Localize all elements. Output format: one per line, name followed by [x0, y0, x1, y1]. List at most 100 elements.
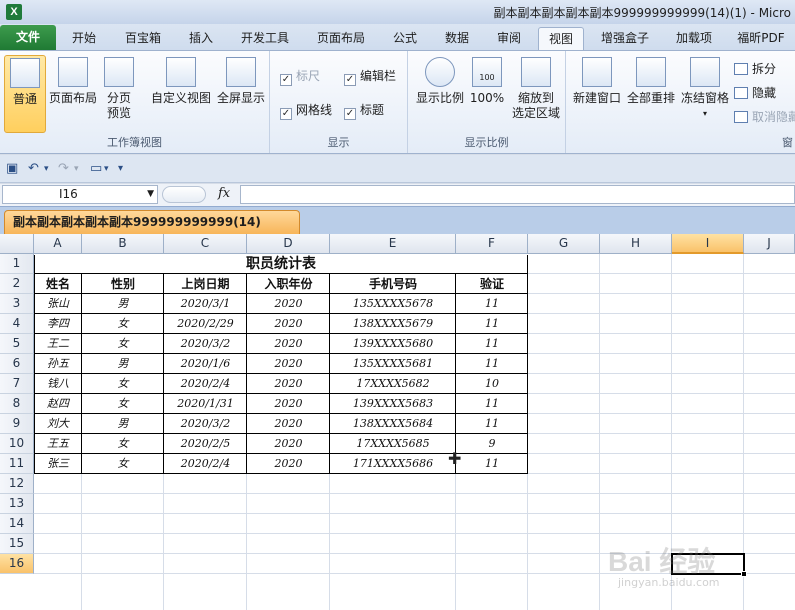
table-cell[interactable]: 男: [82, 294, 164, 314]
table-cell[interactable]: 2020: [247, 394, 330, 414]
table-cell[interactable]: 2020/2/5: [164, 434, 247, 454]
table-cell[interactable]: 2020/3/1: [164, 294, 247, 314]
table-cell[interactable]: 11: [456, 394, 528, 414]
table-cell[interactable]: 11: [456, 314, 528, 334]
worksheet-grid[interactable]: A B C D E F G H I J 1 2 3 4 5 6 7 8 9 10 11 12 13 14 15 16 职员统计表 姓名…: [0, 234, 795, 610]
table-title[interactable]: 职员统计表: [34, 254, 528, 274]
table-cell[interactable]: 2020/1/6: [164, 354, 247, 374]
table-cell[interactable]: 女: [82, 394, 164, 414]
column-header-j[interactable]: J: [744, 234, 795, 254]
undo-icon[interactable]: ↶: [28, 161, 39, 176]
table-cell[interactable]: 9: [456, 434, 528, 454]
table-cell[interactable]: 11: [456, 354, 528, 374]
row-header-1[interactable]: 1: [0, 254, 34, 274]
tab-enhance-box[interactable]: 增强盒子: [590, 27, 660, 50]
row-header-11[interactable]: 11: [0, 454, 34, 474]
row-header-7[interactable]: 7: [0, 374, 34, 394]
workbook-tab[interactable]: 副本副本副本副本副本999999999999(14)(1).xlsx: [4, 210, 300, 252]
header-cell[interactable]: 姓名: [34, 274, 82, 294]
row-header-6[interactable]: 6: [0, 354, 34, 374]
table-cell[interactable]: 2020/2/29: [164, 314, 247, 334]
column-header-e[interactable]: E: [330, 234, 456, 254]
table-cell[interactable]: 女: [82, 374, 164, 394]
row-header-4[interactable]: 4: [0, 314, 34, 334]
header-cell[interactable]: 入职年份: [247, 274, 330, 294]
new-document-icon[interactable]: ▭: [90, 161, 102, 176]
normal-view-button[interactable]: 普通: [4, 55, 46, 133]
tab-page-layout[interactable]: 页面布局: [306, 27, 376, 50]
redo-dropdown-icon[interactable]: ▾: [74, 164, 79, 174]
table-cell[interactable]: 17XXXX5685: [330, 434, 456, 454]
row-header-8[interactable]: 8: [0, 394, 34, 414]
table-cell[interactable]: 女: [82, 314, 164, 334]
row-header-3[interactable]: 3: [0, 294, 34, 314]
table-cell[interactable]: 10: [456, 374, 528, 394]
table-cell[interactable]: 11: [456, 294, 528, 314]
table-cell[interactable]: 2020/3/2: [164, 414, 247, 434]
split-button[interactable]: 拆分: [734, 61, 776, 77]
gridlines-checkbox[interactable]: ✓ 网格线: [280, 103, 332, 120]
table-cell[interactable]: 赵四: [34, 394, 82, 414]
table-cell[interactable]: 135XXXX5681: [330, 354, 456, 374]
headings-checkbox[interactable]: ✓ 标题: [344, 103, 384, 120]
table-cell[interactable]: 王五: [34, 434, 82, 454]
column-header-b[interactable]: B: [82, 234, 164, 254]
unhide-button[interactable]: 取消隐藏: [734, 109, 795, 125]
row-header-15[interactable]: 15: [0, 534, 34, 554]
zoom-100-button[interactable]: 100 100%: [468, 55, 506, 133]
document-dropdown-icon[interactable]: ▾: [104, 164, 109, 174]
table-cell[interactable]: 女: [82, 434, 164, 454]
table-cell[interactable]: 11: [456, 454, 528, 474]
tab-insert[interactable]: 插入: [176, 27, 226, 50]
select-all-corner[interactable]: [0, 234, 34, 254]
save-icon[interactable]: ▣: [6, 161, 18, 176]
tab-view[interactable]: 视图: [538, 27, 584, 50]
table-cell[interactable]: 138XXXX5679: [330, 314, 456, 334]
tab-developer[interactable]: 开发工具: [230, 27, 300, 50]
table-cell[interactable]: 17XXXX5682: [330, 374, 456, 394]
column-header-d[interactable]: D: [247, 234, 330, 254]
table-cell[interactable]: 138XXXX5684: [330, 414, 456, 434]
fullscreen-button[interactable]: 全屏显示: [214, 55, 268, 133]
undo-dropdown-icon[interactable]: ▾: [44, 164, 49, 174]
page-break-preview-button[interactable]: 分页 预览: [100, 55, 138, 133]
table-cell[interactable]: 孙五: [34, 354, 82, 374]
row-header-2[interactable]: 2: [0, 274, 34, 294]
column-header-f[interactable]: F: [456, 234, 528, 254]
row-header-14[interactable]: 14: [0, 514, 34, 534]
tab-baibaoxiang[interactable]: 百宝箱: [114, 27, 172, 50]
table-cell[interactable]: 男: [82, 414, 164, 434]
row-header-16[interactable]: 16: [0, 554, 34, 574]
custom-views-button[interactable]: 自定义视图: [150, 55, 212, 133]
row-header-12[interactable]: 12: [0, 474, 34, 494]
table-cell[interactable]: 135XXXX5678: [330, 294, 456, 314]
ruler-checkbox[interactable]: ✓ 标尺: [280, 69, 320, 86]
column-header-c[interactable]: C: [164, 234, 247, 254]
table-cell[interactable]: 2020: [247, 454, 330, 474]
table-cell[interactable]: 2020: [247, 314, 330, 334]
table-cell[interactable]: 11: [456, 334, 528, 354]
table-cell[interactable]: 2020/3/2: [164, 334, 247, 354]
hide-button[interactable]: 隐藏: [734, 85, 776, 101]
table-cell[interactable]: 11: [456, 414, 528, 434]
table-cell[interactable]: 刘大: [34, 414, 82, 434]
tab-data[interactable]: 数据: [434, 27, 480, 50]
insert-function-icon[interactable]: fx: [218, 186, 230, 201]
formula-bar-expand-handle[interactable]: [162, 186, 206, 203]
table-cell[interactable]: 2020/2/4: [164, 454, 247, 474]
table-cell[interactable]: 王二: [34, 334, 82, 354]
table-cell[interactable]: 2020: [247, 414, 330, 434]
table-cell[interactable]: 男: [82, 354, 164, 374]
column-header-g[interactable]: G: [528, 234, 600, 254]
redo-icon[interactable]: ↷: [58, 161, 69, 176]
table-cell[interactable]: 139XXXX5683: [330, 394, 456, 414]
row-header-13[interactable]: 13: [0, 494, 34, 514]
table-cell[interactable]: 2020/1/31: [164, 394, 247, 414]
header-cell[interactable]: 验证: [456, 274, 528, 294]
table-cell[interactable]: 2020: [247, 434, 330, 454]
table-cell[interactable]: 钱八: [34, 374, 82, 394]
table-cell[interactable]: 2020: [247, 294, 330, 314]
customize-toolbar-icon[interactable]: ▾: [118, 163, 123, 174]
chevron-down-icon[interactable]: ▼: [147, 186, 154, 203]
table-cell[interactable]: 139XXXX5680: [330, 334, 456, 354]
